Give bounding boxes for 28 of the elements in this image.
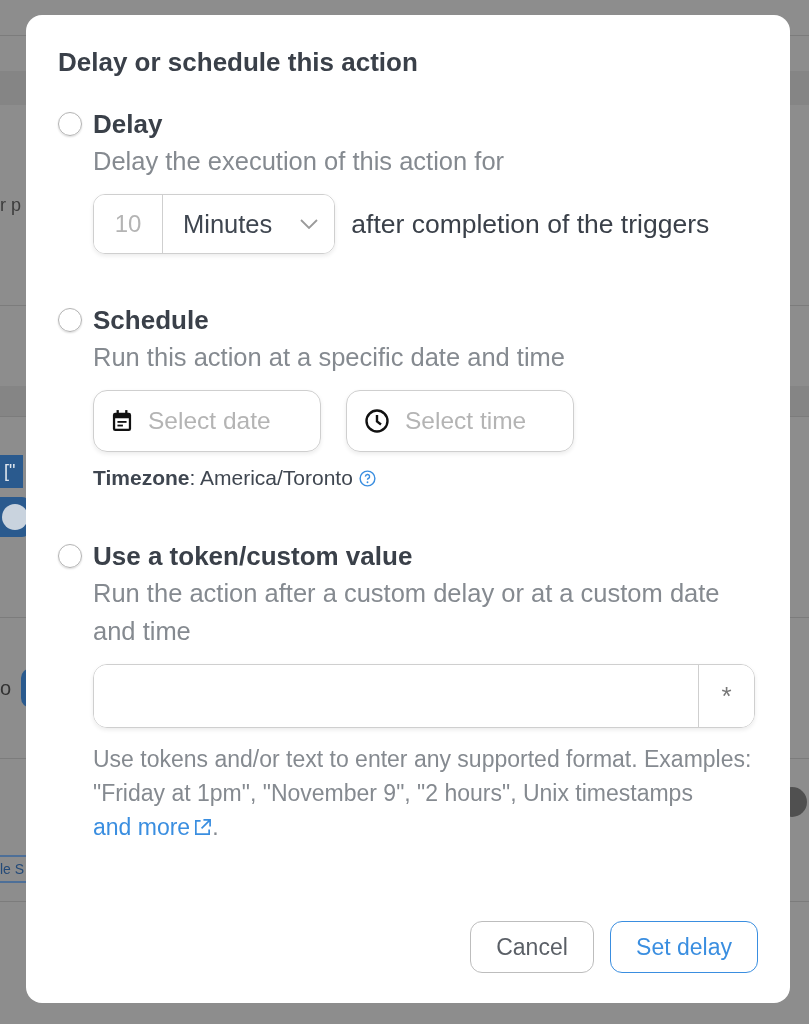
- help-icon[interactable]: [358, 469, 376, 487]
- delay-suffix-text: after completion of the triggers: [351, 208, 710, 240]
- token-field[interactable]: *: [93, 664, 755, 728]
- amount-field[interactable]: 10: [94, 195, 163, 253]
- set-delay-button[interactable]: Set delay: [610, 921, 758, 973]
- date-field[interactable]: Select date: [93, 390, 321, 452]
- background-chip[interactable]: [": [0, 454, 24, 488]
- delay-field[interactable]: 10 Minutes: [93, 194, 336, 254]
- option-label: Use a token/custom value: [93, 542, 414, 570]
- option-description: Run the action after a custom delay or at a custom date and time: [93, 578, 721, 647]
- clock-icon: [365, 409, 389, 433]
- option-description: Run this action at a specific date and time: [93, 342, 566, 373]
- more-link[interactable]: and more: [93, 814, 213, 840]
- token-button[interactable]: *: [698, 665, 754, 727]
- time-field[interactable]: Select time: [346, 390, 574, 452]
- chevron-down-icon: [300, 219, 319, 229]
- option-label: Schedule: [93, 306, 210, 334]
- external-link-icon: [193, 818, 213, 837]
- background-text: o: [0, 676, 12, 700]
- cancel-button[interactable]: Cancel: [470, 921, 594, 973]
- dialog-title: Delay or schedule this action: [58, 47, 419, 78]
- calendar-icon: [112, 410, 132, 432]
- help-text: Use tokens and/or text to enter any supported format. Examples: "Friday at 1pm", "November 9", "2 hours", Unix timestamps and more .: [93, 745, 753, 842]
- option-description: Delay the execution of this action for: [93, 146, 506, 177]
- background-text: r p: [0, 194, 21, 216]
- unit-dropdown[interactable]: Minutes: [163, 195, 335, 253]
- timezone-text: Timezone: America/Toronto: [93, 466, 353, 490]
- option-label: Delay: [93, 110, 164, 138]
